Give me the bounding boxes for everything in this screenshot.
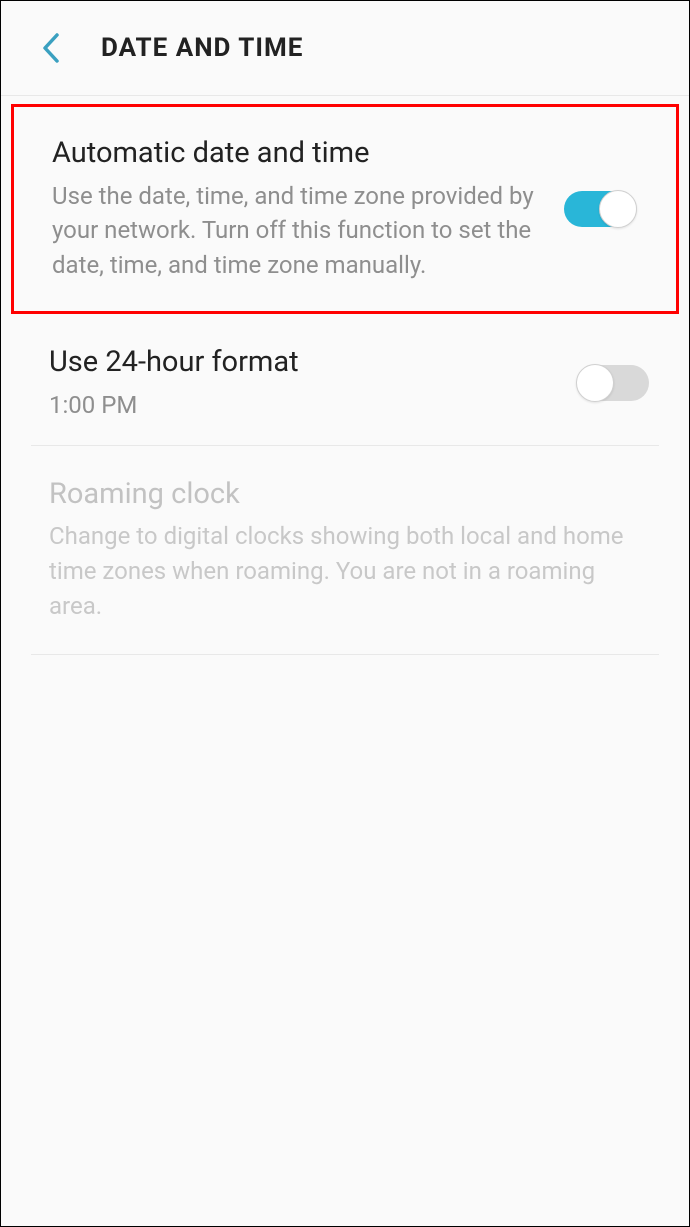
page-title: DATE AND TIME	[101, 33, 303, 63]
highlight-auto-date-time: Automatic date and time Use the date, ti…	[11, 104, 679, 314]
toggle-24-hour[interactable]	[577, 365, 649, 401]
format24-title: Use 24-hour format	[49, 344, 557, 382]
auto-title: Automatic date and time	[52, 135, 544, 173]
setting-auto-date-time[interactable]: Automatic date and time Use the date, ti…	[14, 107, 676, 311]
toggle-auto-date-time[interactable]	[564, 191, 636, 227]
back-icon[interactable]	[41, 31, 61, 65]
setting-24-hour[interactable]: Use 24-hour format 1:00 PM	[1, 320, 689, 444]
format24-desc: 1:00 PM	[49, 388, 557, 423]
divider	[31, 654, 659, 655]
setting-roaming-clock: Roaming clock Change to digital clocks s…	[1, 446, 689, 654]
toggle-thumb	[576, 364, 614, 402]
header-bar: DATE AND TIME	[1, 1, 689, 96]
toggle-thumb	[599, 190, 637, 228]
auto-desc: Use the date, time, and time zone provid…	[52, 179, 544, 283]
roaming-desc: Change to digital clocks showing both lo…	[49, 519, 629, 623]
roaming-title: Roaming clock	[49, 476, 629, 514]
